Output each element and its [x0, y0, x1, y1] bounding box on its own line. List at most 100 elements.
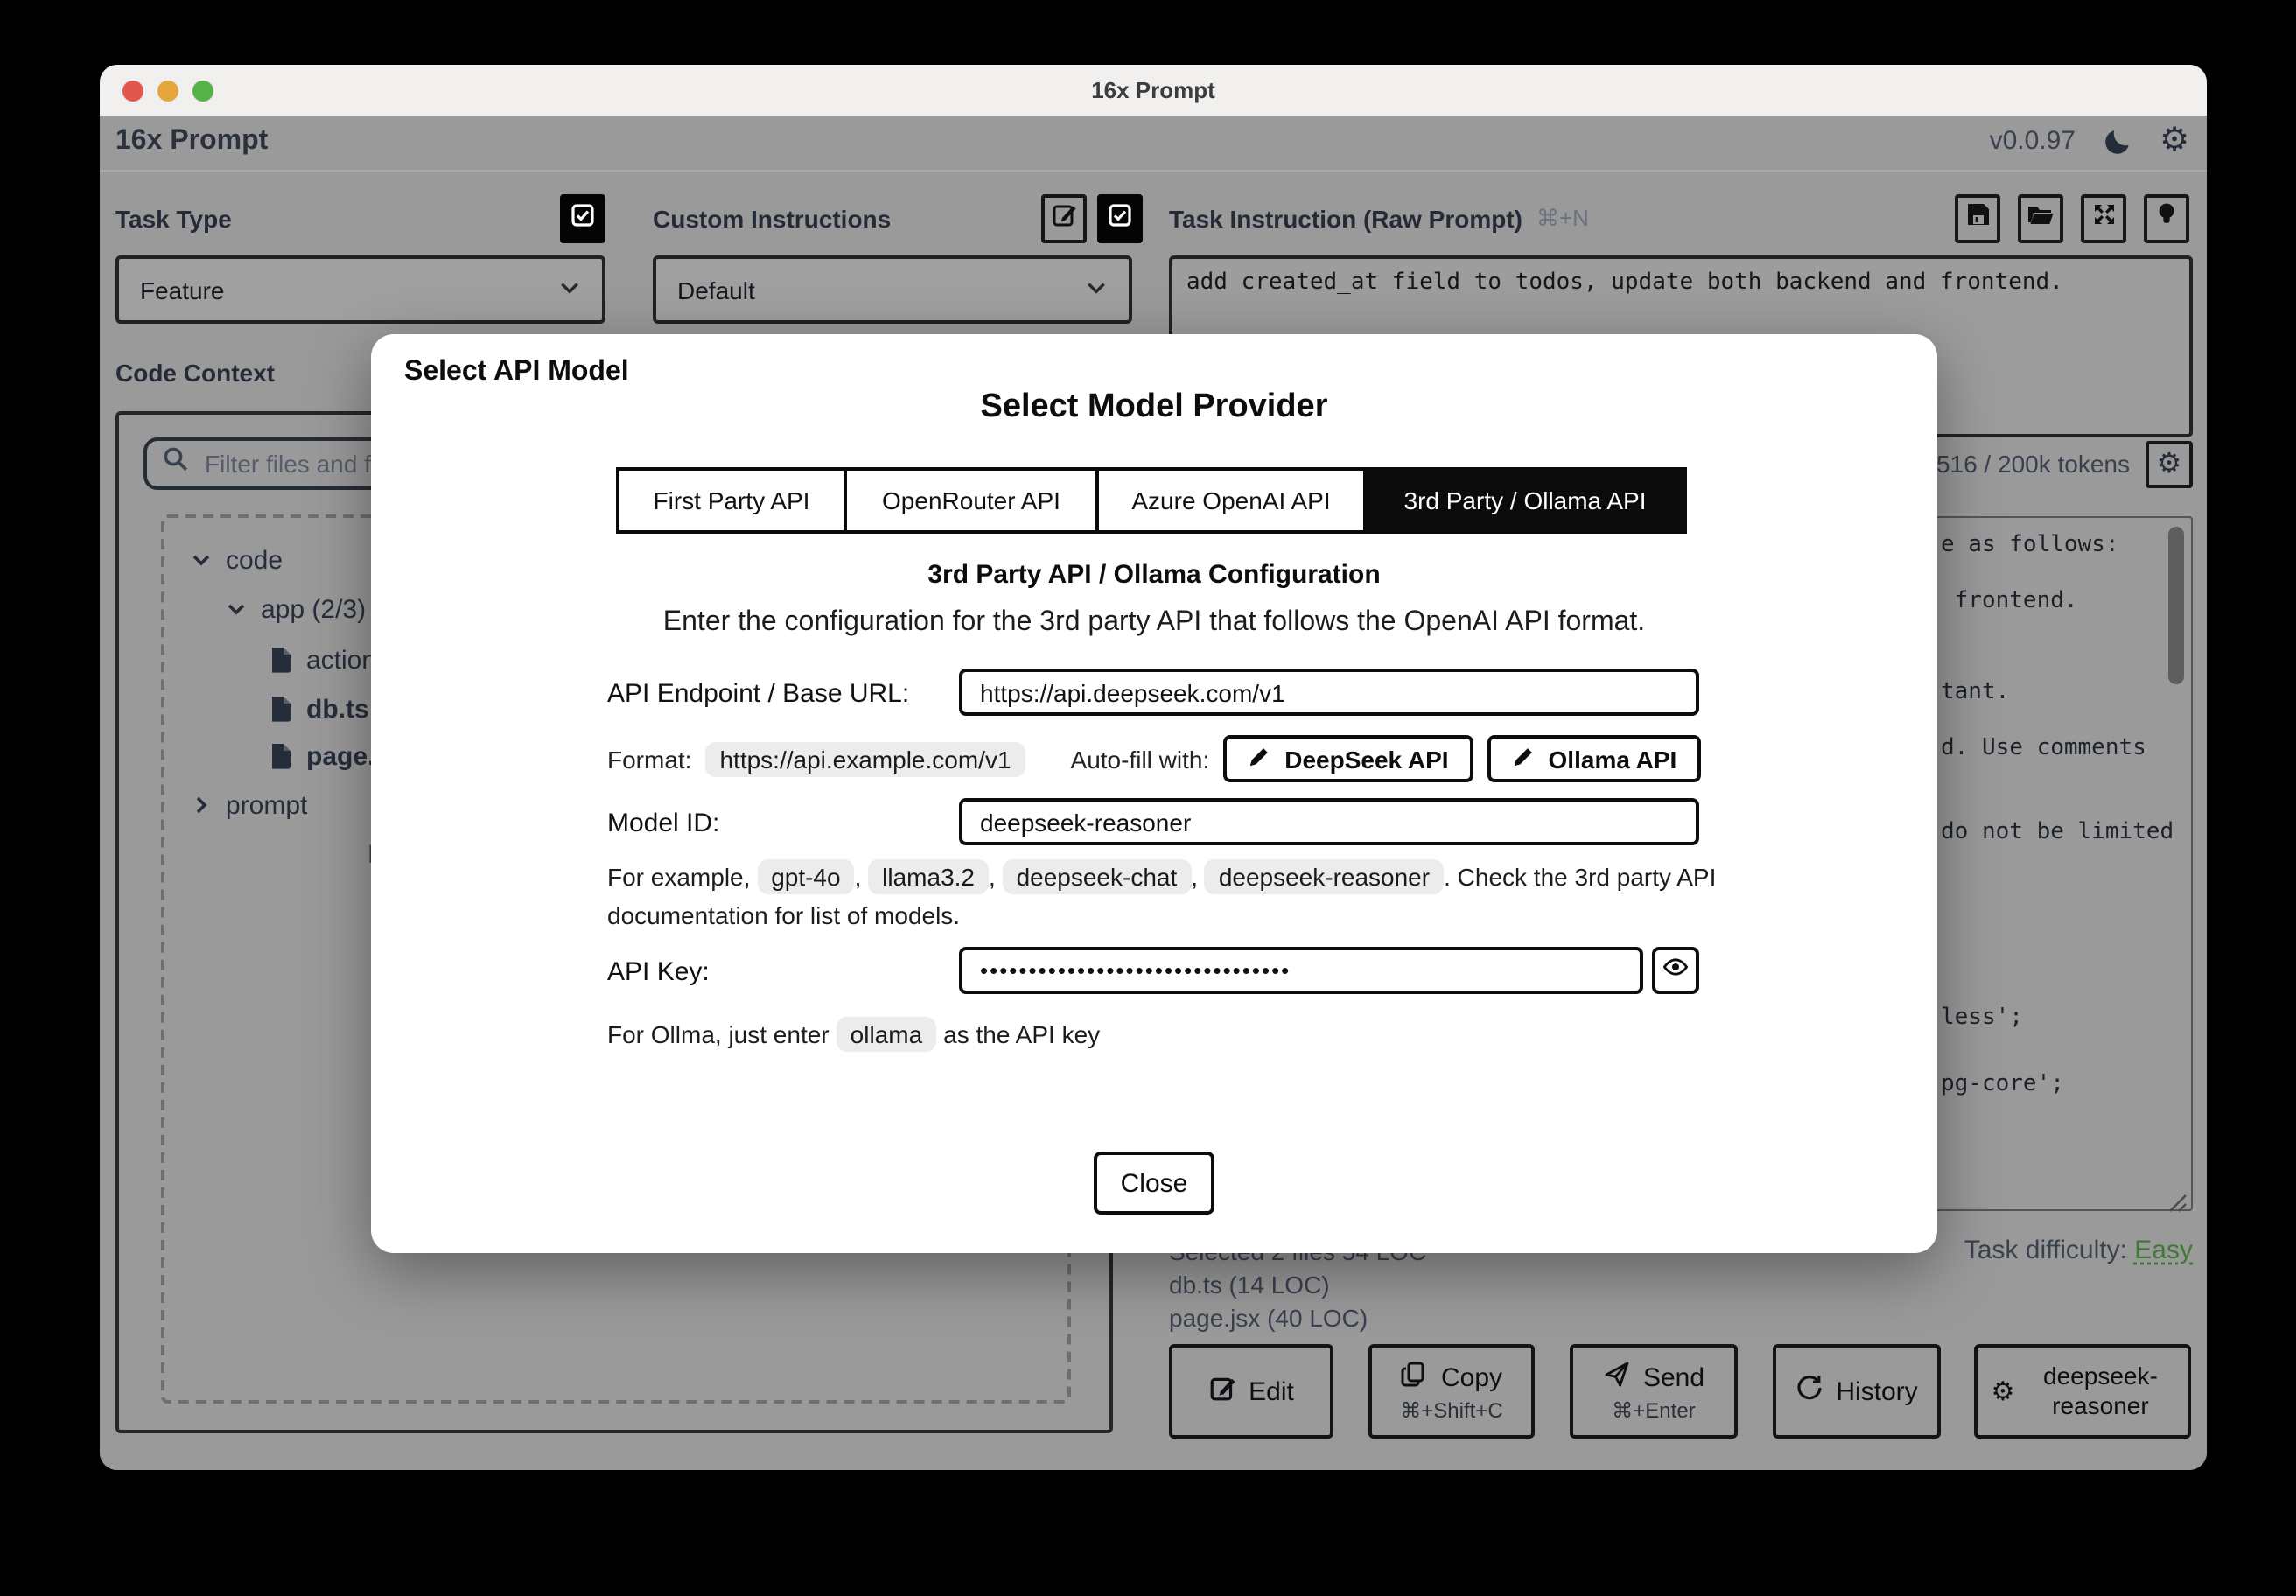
model-id-label: Model ID:: [607, 808, 720, 838]
model-id-examples: For example, gpt-4o, llama3.2, deepseek-…: [607, 858, 1783, 936]
send-paper-plane-icon: [1603, 1360, 1631, 1395]
history-button[interactable]: History: [1773, 1344, 1941, 1438]
example-chip: llama3.2: [868, 859, 989, 894]
app-version: v0.0.97: [1989, 126, 2076, 156]
tree-item-db-ts[interactable]: db.ts: [270, 688, 369, 730]
app-content: 16x Prompt v0.0.97 ⚙ Task Type Custom In…: [100, 116, 2207, 1470]
select-api-model-dialog: Select API Model Select Model Provider F…: [371, 334, 1937, 1253]
task-type-label: Task Type: [116, 205, 232, 233]
app-name: 16x Prompt: [116, 126, 269, 156]
custom-instructions-label: Custom Instructions: [653, 205, 892, 233]
lightbulb-button[interactable]: [2144, 194, 2189, 243]
preview-line: less';: [1941, 1004, 2023, 1031]
task-instruction-label: Task Instruction (Raw Prompt) ⌘+N: [1169, 205, 1589, 233]
preview-line: pg-core';: [1941, 1071, 2064, 1097]
edit-button[interactable]: Edit: [1169, 1344, 1334, 1438]
checkbox-checked-icon: [1108, 202, 1132, 235]
chevron-down-icon: [226, 598, 247, 620]
provider-heading: Select Model Provider: [980, 388, 1328, 425]
chevron-down-icon: [191, 550, 212, 570]
dialog-title: Select API Model: [404, 357, 629, 387]
selected-file: db.ts (14 LOC): [1169, 1270, 1330, 1298]
provider-tabs: First Party API OpenRouter API Azure Ope…: [616, 467, 1687, 534]
tree-item-prompt[interactable]: prompt: [191, 784, 307, 826]
copy-icon: [1401, 1360, 1429, 1395]
model-selector-button[interactable]: ⚙ deepseek-reasoner: [1974, 1344, 2191, 1438]
example-chip: deepseek-reasoner: [1204, 859, 1445, 894]
titlebar: 16x Prompt: [100, 65, 2207, 117]
ollama-key-note: For Ollma, just enter ollama as the API …: [607, 1017, 1100, 1052]
history-refresh-icon: [1796, 1374, 1824, 1409]
file-icon: [270, 695, 292, 723]
autofill-deepseek-button[interactable]: DeepSeek API: [1223, 735, 1474, 782]
tab-azure-openai-api[interactable]: Azure OpenAI API: [1099, 471, 1367, 530]
selected-file: page.jsx (40 LOC): [1169, 1304, 1368, 1332]
app-window: 16x Prompt 16x Prompt v0.0.97 ⚙ Task Typ…: [100, 65, 2207, 1470]
task-type-select[interactable]: Feature: [116, 256, 606, 324]
custom-instructions-checkbox-button[interactable]: [1097, 194, 1143, 243]
tab-3rd-party-ollama-api[interactable]: 3rd Party / Ollama API: [1367, 471, 1684, 530]
dark-mode-moon-icon[interactable]: [2100, 124, 2133, 158]
custom-instructions-value: Default: [677, 276, 755, 304]
settings-gear-icon: ⚙: [1991, 1376, 2015, 1406]
app-header: 16x Prompt v0.0.97 ⚙: [100, 116, 2207, 172]
expand-arrows-icon: [2090, 201, 2117, 236]
checkbox-checked-icon: [570, 202, 595, 235]
send-shortcut: ⌘+Enter: [1612, 1398, 1696, 1423]
chevron-right-icon: [191, 794, 212, 816]
endpoint-label: API Endpoint / Base URL:: [607, 679, 910, 709]
settings-gear-icon[interactable]: ⚙: [2158, 124, 2191, 158]
model-id-input[interactable]: [959, 798, 1699, 845]
close-dialog-button[interactable]: Close: [1094, 1152, 1214, 1214]
preview-line: frontend.: [1941, 588, 2078, 614]
format-row: Format: https://api.example.com/v1 Auto-…: [607, 735, 1702, 782]
custom-instructions-select[interactable]: Default: [653, 256, 1132, 324]
autofill-ollama-button[interactable]: Ollama API: [1487, 735, 1702, 782]
task-type-checkbox-button[interactable]: [560, 194, 606, 243]
code-context-label: Code Context: [116, 359, 275, 387]
config-section-title: 3rd Party API / Ollama Configuration: [928, 560, 1381, 590]
settings-gear-icon: ⚙: [2156, 449, 2182, 479]
api-key-label: API Key:: [607, 957, 710, 987]
chevron-down-icon: [558, 276, 581, 304]
task-difficulty-value[interactable]: Easy: [2134, 1236, 2193, 1265]
lightbulb-icon: [2154, 201, 2179, 236]
copy-button[interactable]: Copy ⌘+Shift+C: [1368, 1344, 1535, 1438]
api-key-input[interactable]: [959, 947, 1643, 994]
preview-line: d. Use comments: [1941, 735, 2146, 761]
example-chip: deepseek-chat: [1002, 859, 1192, 894]
task-instruction-shortcut: ⌘+N: [1536, 205, 1589, 231]
tree-item-app[interactable]: app (2/3): [226, 588, 366, 630]
send-button[interactable]: Send ⌘+Enter: [1570, 1344, 1738, 1438]
preview-line: tant.: [1941, 679, 2010, 705]
format-example-chip: https://api.example.com/v1: [705, 741, 1026, 776]
example-chip: gpt-4o: [757, 859, 855, 894]
token-count: 516 / 200k tokens: [1936, 450, 2130, 478]
screen: 16x Prompt 16x Prompt v0.0.97 ⚙ Task Typ…: [0, 0, 2296, 1596]
tab-first-party-api[interactable]: First Party API: [620, 471, 847, 530]
folder-open-icon: [2026, 201, 2054, 236]
tab-openrouter-api[interactable]: OpenRouter API: [847, 471, 1099, 530]
model-name: deepseek-reasoner: [2043, 1361, 2158, 1419]
autofill-label: Auto-fill with:: [1070, 745, 1210, 773]
search-icon: [163, 446, 189, 481]
edit-custom-instructions-button[interactable]: [1041, 194, 1087, 243]
file-icon: [270, 646, 292, 674]
expand-fullscreen-button[interactable]: [2081, 194, 2126, 243]
preview-line: do not be limited: [1941, 819, 2174, 845]
pencil-icon: [1512, 745, 1535, 773]
scrollbar-thumb[interactable]: [2168, 527, 2184, 684]
window-title: 16x Prompt: [1091, 77, 1215, 103]
save-icon: [1964, 201, 1991, 236]
config-section-description: Enter the configuration for the 3rd part…: [662, 607, 1646, 637]
endpoint-input[interactable]: [959, 668, 1699, 716]
save-prompt-button[interactable]: [1955, 194, 2000, 243]
open-prompt-button[interactable]: [2018, 194, 2063, 243]
task-type-value: Feature: [140, 276, 225, 304]
token-settings-button[interactable]: ⚙: [2146, 441, 2193, 488]
preview-line: e as follows:: [1941, 532, 2119, 558]
task-instruction-text: add created_at field to todos, update bo…: [1186, 270, 2063, 296]
resize-handle[interactable]: [2168, 1186, 2188, 1212]
reveal-api-key-button[interactable]: [1652, 947, 1699, 994]
tree-item-code[interactable]: code: [191, 539, 283, 581]
